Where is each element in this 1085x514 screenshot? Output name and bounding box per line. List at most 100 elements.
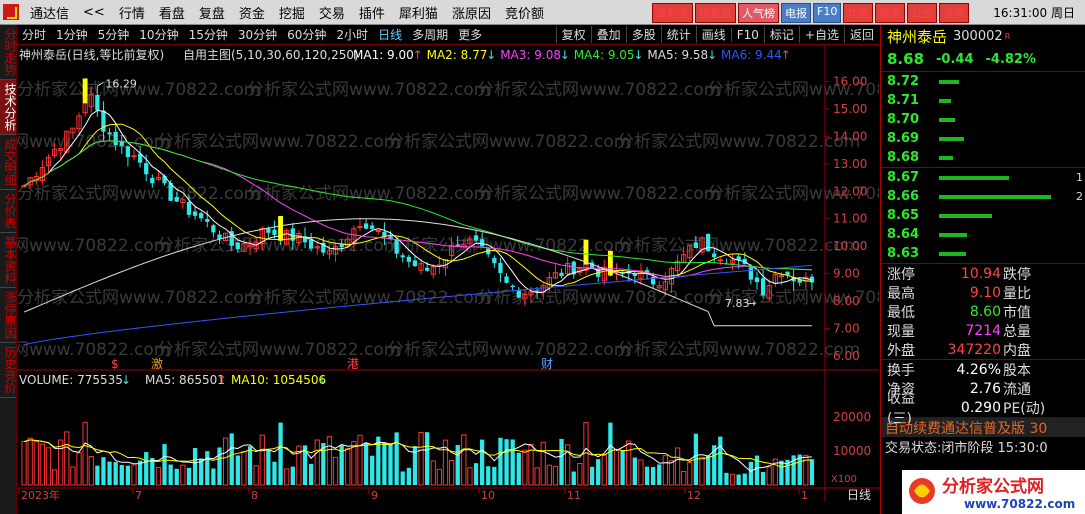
ask-level[interactable]: 8.71 — [881, 91, 1085, 110]
stat-key-2: 跌停 — [1003, 266, 1031, 283]
hot-button-2[interactable]: 人气榜 — [738, 3, 779, 23]
chart-title: 神州泰岳(日线,等比前复权) — [19, 47, 164, 62]
hot-button-1[interactable]: 快复盘 — [695, 3, 736, 23]
candle-body — [272, 229, 277, 235]
ask-volume-bar — [939, 98, 951, 103]
volume-bar — [150, 458, 155, 485]
volume-bar — [797, 454, 802, 485]
left-tab-5[interactable]: 涨停原因 — [0, 288, 17, 343]
ask-level[interactable]: 8.69 — [881, 129, 1085, 148]
period-tab-2[interactable]: 5分钟 — [93, 26, 135, 43]
bid-level[interactable]: 8.65 — [881, 206, 1085, 225]
candle-body — [162, 175, 167, 184]
hot-button-8[interactable]: 选项 — [939, 3, 970, 23]
promo-banner[interactable]: 自动续费通达信普及版 30 — [881, 417, 1085, 437]
menu-item-trade[interactable]: 交易 — [312, 3, 352, 22]
bid-level[interactable]: 8.67 1 — [881, 168, 1085, 187]
candle-body — [394, 239, 399, 254]
candle-body — [425, 267, 430, 271]
candle-body — [516, 290, 521, 298]
volume-bar — [498, 437, 503, 485]
ask-level[interactable]: 8.68 — [881, 148, 1085, 167]
volume-bar — [608, 422, 613, 485]
ask-volume-bar — [939, 79, 959, 84]
hot-button-4[interactable]: F10 — [813, 3, 842, 23]
left-tab-1[interactable]: 技术分析 — [0, 80, 17, 135]
ask-level[interactable]: 8.72 — [881, 72, 1085, 91]
left-tab-4[interactable]: 基本资料 — [0, 233, 17, 288]
stat-value: 8.60 — [969, 303, 1001, 320]
menu-item-watch[interactable]: 看盘 — [152, 3, 192, 22]
left-tab-2[interactable]: 成交明细 — [0, 135, 17, 190]
volume-bar — [809, 459, 815, 485]
volume-bar — [370, 455, 375, 485]
hot-button-5[interactable]: 功能 — [843, 3, 874, 23]
chart-area[interactable]: 分析家公式网www.70822.com 分析家公式网www.70822.com 分析… — [0, 45, 950, 502]
event-mark[interactable]: 激 — [151, 357, 163, 371]
menu-item-limit-reason[interactable]: 涨原因 — [445, 3, 498, 22]
menu-item-mining[interactable]: 挖掘 — [272, 3, 312, 22]
stat-value: 2.76 — [969, 380, 1001, 397]
period-tab-3[interactable]: 10分钟 — [134, 26, 183, 43]
stat-key: 最高 — [887, 285, 915, 302]
toolbar-button-5[interactable]: F10 — [730, 27, 764, 42]
stat-value: 0.290 — [960, 399, 1001, 416]
bid-price: 8.67 — [887, 170, 920, 185]
period-tab-9[interactable]: 多周期 — [407, 26, 453, 43]
ma-label: MA1: 9.00 — [353, 48, 414, 62]
period-tab-1[interactable]: 1分钟 — [51, 26, 93, 43]
hot-button-0[interactable]: 犀利宝 — [652, 3, 693, 23]
ma-arrow-icon: ↓ — [633, 48, 643, 62]
kline-chart[interactable]: 分析家公式网www.70822.com分析家公式网www.70822.com分析… — [0, 45, 950, 502]
period-tab-0[interactable]: 分时 — [17, 26, 51, 43]
menu-item-auction[interactable]: 竞价额 — [498, 3, 551, 22]
stat-key-2: 内盘 — [1003, 342, 1031, 359]
volume-bar — [125, 465, 131, 485]
toolbar-button-8[interactable]: 返回 — [843, 26, 879, 43]
bid-level[interactable]: 8.64 — [881, 225, 1085, 244]
period-tab-6[interactable]: 60分钟 — [282, 26, 331, 43]
toolbar-button-0[interactable]: 复权 — [555, 26, 591, 43]
left-tab-6[interactable]: 历史竞价 — [0, 343, 17, 398]
toolbar-button-1[interactable]: 叠加 — [590, 26, 626, 43]
left-tab-0[interactable]: 分时走势 — [0, 25, 17, 80]
candle-body — [760, 278, 766, 296]
menu-item-xilimao[interactable]: 犀利猫 — [392, 3, 445, 22]
period-tab-4[interactable]: 15分钟 — [184, 26, 233, 43]
bid-level[interactable]: 8.63 — [881, 244, 1085, 263]
period-tab-5[interactable]: 30分钟 — [233, 26, 282, 43]
bid-level[interactable]: 8.66 2 — [881, 187, 1085, 206]
candle-body — [510, 285, 515, 288]
back-button[interactable]: << — [76, 5, 112, 20]
y-tick-label: 8.00 — [833, 294, 860, 308]
ask-price: 8.71 — [887, 93, 920, 108]
hot-button-6[interactable]: 版面 — [875, 3, 906, 23]
limit-up-candle — [583, 239, 589, 265]
hot-button-3[interactable]: 电报 — [781, 3, 811, 23]
event-mark[interactable]: $ — [111, 357, 119, 371]
menu-item-plugins[interactable]: 插件 — [352, 3, 392, 22]
price-change-pct: -4.82% — [985, 51, 1037, 67]
bid-edge-value: 1 — [1076, 171, 1083, 184]
stock-code: 300002 — [953, 28, 1003, 44]
watermark-text: 分析家公式网www.70822.com — [387, 132, 630, 152]
period-tab-10[interactable]: 更多 — [453, 26, 487, 43]
period-tab-8[interactable]: 日线 — [373, 26, 407, 43]
left-tab-3[interactable]: 分价表 — [0, 190, 17, 233]
toolbar-button-6[interactable]: 标记 — [763, 26, 799, 43]
menu-item-funds[interactable]: 资金 — [232, 3, 272, 22]
candle-body — [748, 267, 754, 280]
volume-bar — [290, 466, 295, 485]
toolbar-button-3[interactable]: 统计 — [660, 26, 696, 43]
hot-button-7[interactable]: 公式 — [907, 3, 938, 23]
event-mark[interactable]: 港 — [347, 357, 359, 371]
menu-item-review[interactable]: 复盘 — [192, 3, 232, 22]
menu-item-quote[interactable]: 行情 — [112, 3, 152, 22]
period-tab-7[interactable]: 2小时 — [331, 26, 373, 43]
event-mark[interactable]: 财 — [541, 357, 553, 371]
bid-price: 8.66 — [887, 189, 920, 204]
toolbar-button-2[interactable]: 多股 — [625, 26, 661, 43]
ask-level[interactable]: 8.70 — [881, 110, 1085, 129]
toolbar-button-4[interactable]: 画线 — [695, 26, 731, 43]
toolbar-button-7[interactable]: +自选 — [798, 26, 844, 43]
